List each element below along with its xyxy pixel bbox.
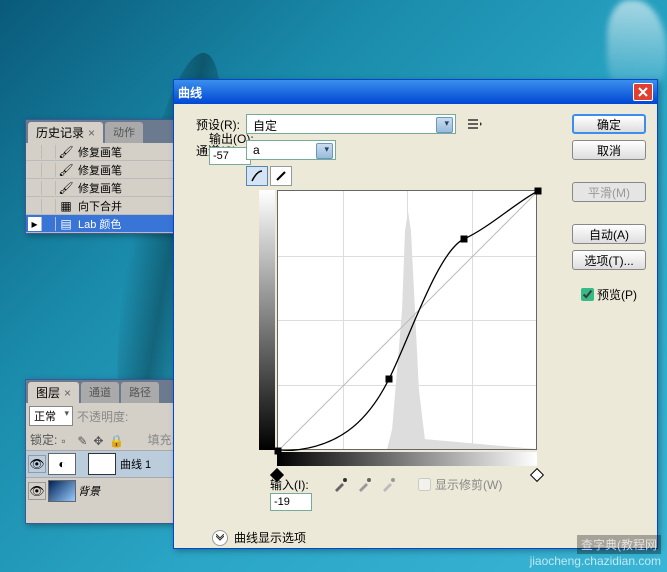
blend-mode-select[interactable]: 正常 [29,406,73,426]
brush-icon: 🖌 [59,163,73,177]
cancel-button[interactable]: 取消 [572,140,646,160]
lock-label: 锁定: [30,431,57,448]
lock-pixels-icon[interactable]: ✎ [77,434,89,446]
tab-actions[interactable]: 动作 [105,122,143,143]
white-eyedropper-icon[interactable] [380,477,396,493]
history-item[interactable]: 🖌修复画笔 [26,179,179,197]
visibility-icon[interactable]: 👁 [28,482,46,500]
layer-thumb [48,480,76,502]
lock-position-icon[interactable]: ✥ [93,434,105,446]
curve-draw-tool[interactable] [270,166,292,186]
y-gradient [259,190,275,450]
black-eyedropper-icon[interactable] [332,477,348,493]
mask-thumb[interactable] [88,453,116,475]
brush-icon: 🖌 [59,145,73,159]
auto-button[interactable]: 自动(A) [572,224,646,244]
gray-eyedropper-icon[interactable] [356,477,372,493]
expand-label: 曲线显示选项 [234,529,306,546]
curve-line [278,191,538,451]
ok-button[interactable]: 确定 [572,114,646,134]
expand-options-button[interactable] [212,530,228,546]
curve-point[interactable] [461,236,468,243]
adjustment-thumb: ◐ [48,453,76,475]
tab-history[interactable]: 历史记录× [28,122,103,143]
tab-paths[interactable]: 路径 [121,382,159,403]
show-clipping-checkbox[interactable]: 显示修剪(W) [418,476,502,493]
fill-label: 填充: [148,431,175,448]
brush-icon: 🖌 [59,181,73,195]
lock-all-icon[interactable]: 🔒 [109,434,121,446]
close-icon[interactable]: × [64,386,71,400]
preset-menu-icon[interactable] [468,118,484,130]
history-item[interactable]: 🖌修复画笔 [26,161,179,179]
tab-channels[interactable]: 通道 [81,382,119,403]
input-field[interactable] [270,493,312,511]
curve-point[interactable] [535,188,542,195]
mode-icon: ▤ [59,217,73,231]
curve-point[interactable] [386,376,393,383]
layer-name[interactable]: 背景 [78,483,100,499]
curves-dialog: 曲线 预设(R): 自定 通道(C): a 输出(O): [173,79,658,549]
close-icon [638,87,648,97]
history-item[interactable]: ▦向下合并 [26,197,179,215]
layer-name[interactable]: 曲线 1 [120,456,151,472]
history-item-selected[interactable]: ▸▤Lab 颜色 [26,215,179,233]
x-gradient [277,452,537,466]
curve-graph[interactable] [277,190,537,450]
output-field[interactable] [209,147,251,165]
history-tabs: 历史记录× 动作 [26,120,179,143]
history-panel: 历史记录× 动作 🖌修复画笔 🖌修复画笔 🖌修复画笔 ▦向下合并 ▸▤Lab 颜… [25,119,180,234]
titlebar[interactable]: 曲线 [174,80,657,104]
smooth-button: 平滑(M) [572,182,646,202]
channel-select[interactable]: a [246,140,336,160]
lock-transparent-icon[interactable]: ▫ [61,434,73,446]
layers-panel: 图层× 通道 路径 正常 不透明度: 锁定: ▫ ✎ ✥ 🔒 填充: 👁 ◐ 曲… [25,379,180,524]
close-button[interactable] [633,83,653,101]
layer-row[interactable]: 👁 ◐ 曲线 1 [26,450,179,477]
layer-row[interactable]: 👁 背景 [26,477,179,504]
options-button[interactable]: 选项(T)... [572,250,646,270]
dialog-title: 曲线 [178,84,202,101]
close-icon[interactable]: × [88,126,95,140]
watermark: 查字典(教程网 jiaocheng.chazidian.com [530,535,661,568]
history-list: 🖌修复画笔 🖌修复画笔 🖌修复画笔 ▦向下合并 ▸▤Lab 颜色 [26,143,179,233]
tab-layers[interactable]: 图层× [28,382,79,403]
preview-checkbox[interactable]: 预览(P) [581,286,637,303]
history-item[interactable]: 🖌修复画笔 [26,143,179,161]
visibility-icon[interactable]: 👁 [28,455,46,473]
opacity-label: 不透明度: [77,408,128,425]
preset-select[interactable]: 自定 [246,114,456,134]
chevron-down-icon [216,534,224,542]
layers-tabs: 图层× 通道 路径 [26,380,179,403]
merge-icon: ▦ [59,199,73,213]
